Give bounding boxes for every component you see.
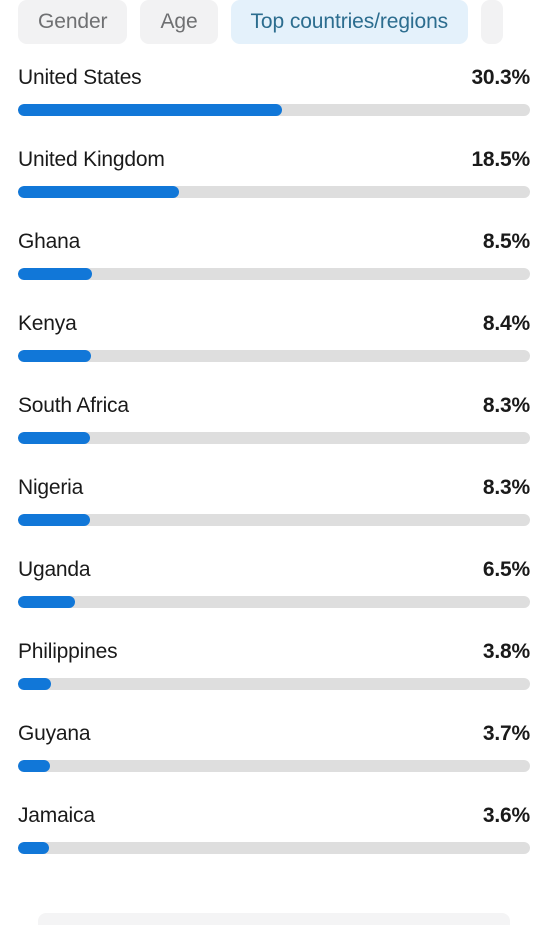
country-percentage: 8.5% [482,230,530,253]
country-row-labels: Philippines 3.8% [18,626,530,678]
country-name: South Africa [18,394,129,417]
country-name: United Kingdom [18,148,165,171]
progress-fill [18,432,90,444]
country-percentage: 8.3% [482,394,530,417]
next-card-peek [38,913,510,925]
country-percentage: 3.7% [482,722,530,745]
country-name: United States [18,66,142,89]
progress-track [18,268,530,280]
progress-track [18,514,530,526]
progress-track [18,104,530,116]
progress-fill [18,760,50,772]
progress-track [18,842,530,854]
country-row-labels: Guyana 3.7% [18,708,530,760]
progress-track [18,186,530,198]
country-percentage: 6.5% [482,558,530,581]
country-name: Kenya [18,312,77,335]
country-row: United States 30.3% [0,52,560,134]
country-row-labels: Nigeria 8.3% [18,462,530,514]
country-percentage: 3.6% [482,804,530,827]
tab-age[interactable]: Age [140,0,218,44]
country-row-labels: United Kingdom 18.5% [18,134,530,186]
country-row-labels: South Africa 8.3% [18,380,530,432]
country-row: Guyana 3.7% [0,708,560,790]
analytics-tab-bar: Gender Age Top countries/regions [0,0,560,52]
tab-gender[interactable]: Gender [18,0,128,44]
country-percentage: 3.8% [482,640,530,663]
country-row-labels: Ghana 8.5% [18,216,530,268]
country-row: United Kingdom 18.5% [0,134,560,216]
progress-track [18,350,530,362]
country-row-labels: Kenya 8.4% [18,298,530,350]
country-row: Kenya 8.4% [0,298,560,380]
progress-track [18,760,530,772]
progress-fill [18,104,282,116]
progress-fill [18,678,51,690]
country-row: Nigeria 8.3% [0,462,560,544]
country-row-labels: Uganda 6.5% [18,544,530,596]
progress-fill [18,514,90,526]
country-name: Philippines [18,640,118,663]
tab-top-countries-regions[interactable]: Top countries/regions [230,0,469,44]
tab-partial-next[interactable] [481,0,504,44]
country-row-labels: Jamaica 3.6% [18,790,530,842]
country-percentage: 8.4% [482,312,530,335]
country-name: Guyana [18,722,91,745]
country-row: Philippines 3.8% [0,626,560,708]
country-row-labels: United States 30.3% [18,52,530,104]
progress-fill [18,268,92,280]
progress-fill [18,596,75,608]
country-row: Ghana 8.5% [0,216,560,298]
country-name: Uganda [18,558,91,581]
country-percentage: 18.5% [471,148,530,171]
progress-fill [18,842,49,854]
country-row: Jamaica 3.6% [0,790,560,872]
progress-track [18,678,530,690]
country-breakdown-list: United States 30.3% United Kingdom 18.5% Gha… [0,52,560,925]
country-name: Nigeria [18,476,84,499]
progress-fill [18,186,179,198]
country-name: Jamaica [18,804,95,827]
country-percentage: 8.3% [482,476,530,499]
country-row: South Africa 8.3% [0,380,560,462]
progress-track [18,432,530,444]
progress-track [18,596,530,608]
country-row: Uganda 6.5% [0,544,560,626]
country-name: Ghana [18,230,81,253]
country-percentage: 30.3% [471,66,530,89]
progress-fill [18,350,91,362]
